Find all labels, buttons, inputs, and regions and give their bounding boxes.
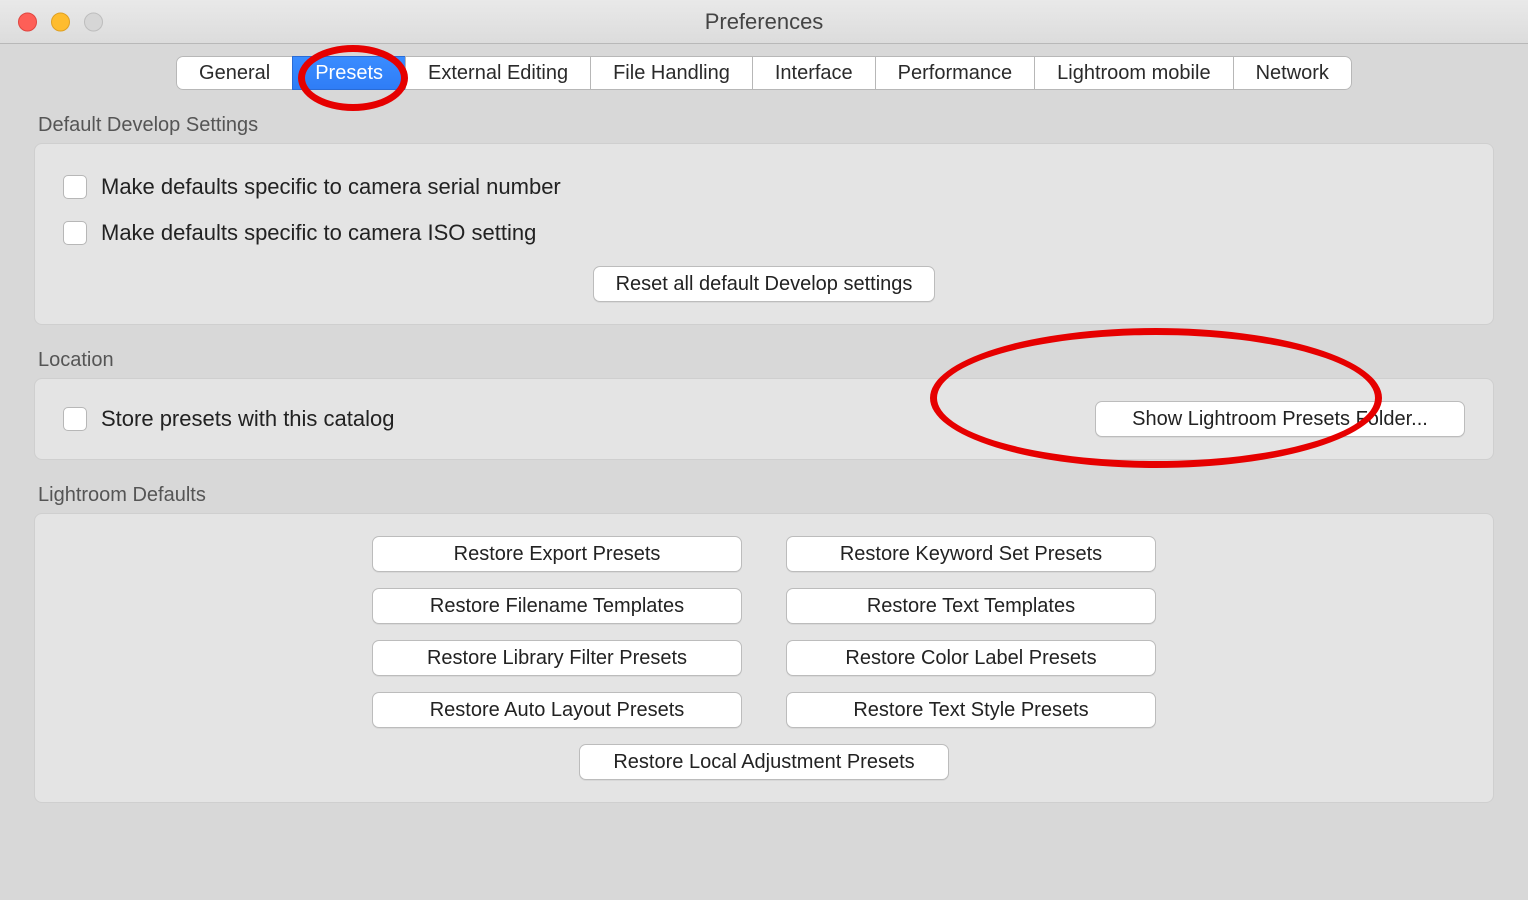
checkbox-store[interactable] [63, 407, 87, 431]
defaults-grid: Restore Export Presets Restore Keyword S… [63, 536, 1465, 780]
tab-external-editing[interactable]: External Editing [405, 56, 591, 90]
panel-defaults: Restore Export Presets Restore Keyword S… [34, 513, 1494, 803]
row-location: Store presets with this catalog Show Lig… [63, 401, 1465, 437]
section-location-title: Location [38, 349, 1494, 372]
row-store: Store presets with this catalog [63, 406, 394, 432]
restore-local-adjustment-button[interactable]: Restore Local Adjustment Presets [579, 744, 949, 780]
tab-segment: General Presets External Editing File Ha… [176, 56, 1352, 90]
checkbox-iso[interactable] [63, 221, 87, 245]
tab-performance[interactable]: Performance [875, 56, 1036, 90]
section-develop: Default Develop Settings Make defaults s… [34, 114, 1494, 325]
panel-location: Store presets with this catalog Show Lig… [34, 378, 1494, 460]
tab-presets[interactable]: Presets [292, 56, 406, 90]
restore-text-style-button[interactable]: Restore Text Style Presets [786, 692, 1156, 728]
row-iso: Make defaults specific to camera ISO set… [63, 220, 1465, 246]
restore-library-filter-button[interactable]: Restore Library Filter Presets [372, 640, 742, 676]
section-develop-title: Default Develop Settings [38, 114, 1494, 137]
row-serial: Make defaults specific to camera serial … [63, 174, 1465, 200]
tab-interface[interactable]: Interface [752, 56, 876, 90]
label-iso: Make defaults specific to camera ISO set… [101, 220, 536, 246]
window-controls [18, 12, 103, 31]
show-presets-folder-button[interactable]: Show Lightroom Presets Folder... [1095, 401, 1465, 437]
tab-network[interactable]: Network [1233, 56, 1352, 90]
window-title: Preferences [705, 9, 824, 35]
minimize-icon[interactable] [51, 12, 70, 31]
restore-auto-layout-button[interactable]: Restore Auto Layout Presets [372, 692, 742, 728]
panel-develop: Make defaults specific to camera serial … [34, 143, 1494, 325]
label-serial: Make defaults specific to camera serial … [101, 174, 561, 200]
checkbox-serial[interactable] [63, 175, 87, 199]
label-store: Store presets with this catalog [101, 406, 394, 432]
tab-lightroom-mobile[interactable]: Lightroom mobile [1034, 56, 1233, 90]
row-local: Restore Local Adjustment Presets [372, 744, 1156, 780]
tab-file-handling[interactable]: File Handling [590, 56, 753, 90]
section-defaults-title: Lightroom Defaults [38, 484, 1494, 507]
restore-export-button[interactable]: Restore Export Presets [372, 536, 742, 572]
titlebar: Preferences [0, 0, 1528, 44]
reset-develop-button[interactable]: Reset all default Develop settings [593, 266, 936, 302]
content-area: General Presets External Editing File Ha… [0, 44, 1528, 803]
restore-keyword-button[interactable]: Restore Keyword Set Presets [786, 536, 1156, 572]
restore-filename-button[interactable]: Restore Filename Templates [372, 588, 742, 624]
section-location: Location Store presets with this catalog… [34, 349, 1494, 460]
section-defaults: Lightroom Defaults Restore Export Preset… [34, 484, 1494, 803]
row-reset: Reset all default Develop settings [63, 266, 1465, 302]
tab-general[interactable]: General [176, 56, 293, 90]
zoom-icon [84, 12, 103, 31]
restore-text-templates-button[interactable]: Restore Text Templates [786, 588, 1156, 624]
tab-bar: General Presets External Editing File Ha… [34, 56, 1494, 90]
restore-color-label-button[interactable]: Restore Color Label Presets [786, 640, 1156, 676]
close-icon[interactable] [18, 12, 37, 31]
